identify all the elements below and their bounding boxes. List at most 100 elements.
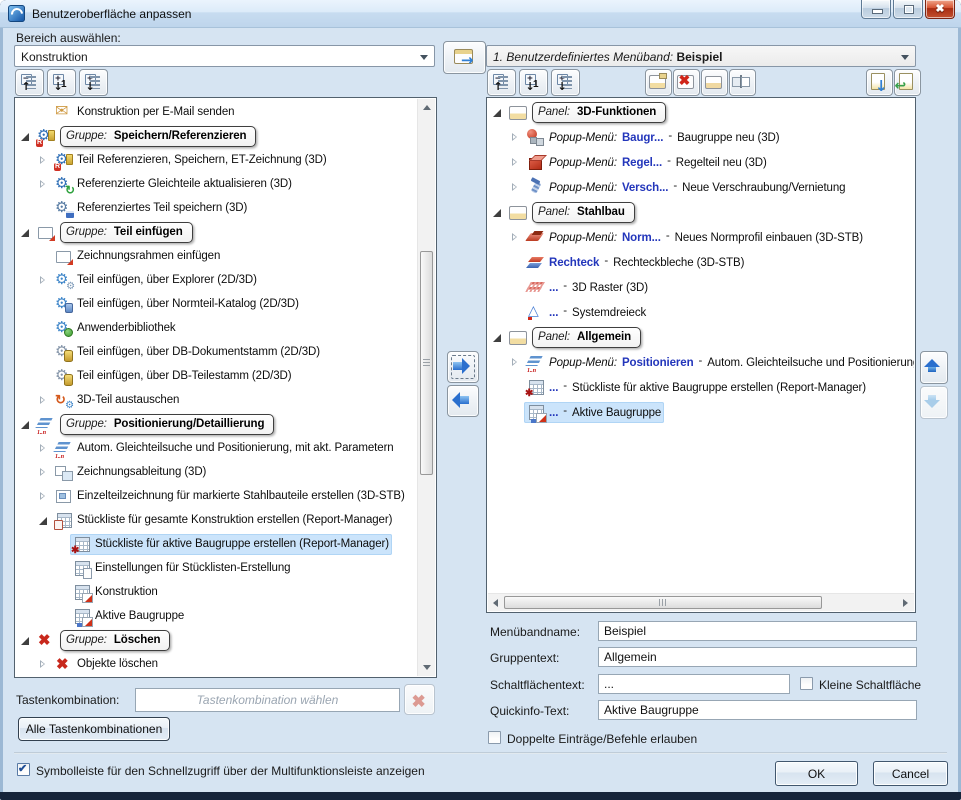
expander-icon[interactable] [38, 155, 49, 166]
maximize-button[interactable] [893, 0, 923, 19]
scroll-down-button[interactable] [418, 659, 435, 676]
tree-item-row[interactable]: ⚙3D-Teil austauschen [16, 388, 418, 412]
tree-row-content[interactable]: Aktive Baugruppe [70, 606, 187, 627]
move-down-button[interactable] [920, 386, 948, 419]
tree-item-row[interactable]: Autom. Gleichteilsuche und Positionierun… [16, 436, 418, 460]
tree-item-row[interactable]: ...-Systemdreieck [488, 300, 914, 325]
tree-row-content[interactable]: Anwenderbibliothek [52, 318, 179, 339]
expander-icon[interactable] [510, 232, 521, 243]
quick-access-checkbox[interactable] [17, 763, 30, 776]
tree-group-row[interactable]: Gruppe:Teil einfügen [16, 220, 418, 244]
delete-entry-button[interactable]: ✖ [673, 69, 700, 96]
tree-row-content[interactable]: Popup-Menü:Positionieren-Autom. Gleichte… [524, 352, 914, 373]
tree-group-row[interactable]: Panel:3D-Funktionen [488, 100, 914, 125]
all-shortcuts-button[interactable]: Alle Tastenkombinationen [18, 717, 170, 741]
tree-row-content[interactable]: Stückliste für gesamte Konstruktion erst… [52, 510, 395, 531]
tree-row-content[interactable]: ↻Referenzierte Gleichteile aktualisieren… [52, 174, 295, 195]
expander-icon[interactable] [510, 157, 521, 168]
cancel-button[interactable]: Cancel [873, 761, 948, 786]
tree-row-content[interactable]: ...-Aktive Baugruppe [524, 402, 664, 423]
tree-row-content[interactable]: ...-Stückliste für aktive Baugruppe erst… [524, 377, 869, 398]
tree-row-content[interactable]: Panel:Stahlbau [506, 202, 638, 223]
duplicates-checkbox[interactable] [488, 731, 501, 744]
tree-item-row[interactable]: ...-Stückliste für aktive Baugruppe erst… [488, 375, 914, 400]
tree-row-content[interactable]: Gruppe:Löschen [34, 630, 173, 651]
close-button[interactable]: ✖ [925, 0, 955, 19]
tree-row-content[interactable]: Popup-Menü:Norm...-Neues Normprofil einb… [524, 227, 866, 248]
tree-item-row[interactable]: Teil Referenzieren, Speichern, ET-Zeichn… [16, 148, 418, 172]
expander-icon[interactable] [510, 132, 521, 143]
expander-icon[interactable] [20, 131, 31, 142]
ok-button[interactable]: OK [775, 761, 858, 786]
left-collapse-all-button[interactable] [15, 69, 44, 96]
tree-item-row[interactable]: Objekte löschen [16, 652, 418, 676]
expander-icon[interactable] [492, 107, 503, 118]
tree-item-row[interactable]: ...-3D Raster (3D) [488, 275, 914, 300]
expander-icon[interactable] [38, 491, 49, 502]
tree-row-content[interactable]: Gruppe:Positionierung/Detaillierung [34, 414, 277, 435]
tree-item-row[interactable]: Aktive Baugruppe [16, 604, 418, 628]
tree-item-row[interactable]: Popup-Menü:Regel...-Regelteil neu (3D) [488, 150, 914, 175]
scrollbar-thumb[interactable] [504, 596, 822, 609]
group-text-input[interactable] [598, 647, 917, 667]
expander-icon[interactable] [38, 275, 49, 286]
tree-row-content[interactable]: Popup-Menü:Baugr...-Baugruppe neu (3D) [524, 127, 783, 148]
expander-icon[interactable] [510, 182, 521, 193]
separator-button[interactable] [729, 69, 756, 96]
reset-button[interactable]: ↩ [894, 69, 921, 96]
tree-group-row[interactable]: Gruppe:Speichern/Referenzieren [16, 124, 418, 148]
left-expand-one-button[interactable]: 1 [47, 69, 76, 96]
tree-row-content[interactable]: Gruppe:Speichern/Referenzieren [34, 126, 259, 147]
expander-icon[interactable] [38, 179, 49, 190]
left-expand-all-button[interactable] [79, 69, 108, 96]
shortcut-input[interactable] [135, 688, 400, 712]
right-expand-all-button[interactable] [551, 69, 580, 96]
expander-icon[interactable] [20, 419, 31, 430]
tree-row-content[interactable]: Einstellungen für Stücklisten-Erstellung [70, 558, 293, 579]
tree-item-row[interactable]: Zeichnungsrahmen einfügen [16, 244, 418, 268]
right-collapse-all-button[interactable] [487, 69, 516, 96]
tree-item-row[interactable]: Teil einfügen, über DB-Dokumentstamm (2D… [16, 340, 418, 364]
scroll-up-button[interactable] [418, 99, 435, 116]
tree-item-row[interactable]: Teil einfügen, über DB-Teilestamm (2D/3D… [16, 364, 418, 388]
tree-row-content[interactable]: ⚙3D-Teil austauschen [52, 390, 182, 411]
tree-item-row[interactable]: Popup-Menü:Norm...-Neues Normprofil einb… [488, 225, 914, 250]
expander-icon[interactable] [492, 332, 503, 343]
tree-row-content[interactable]: Popup-Menü:Regel...-Regelteil neu (3D) [524, 152, 770, 173]
expander-icon[interactable] [38, 515, 49, 526]
transfer-area-button[interactable]: → [443, 41, 486, 74]
tree-item-row[interactable]: Popup-Menü:Positionieren-Autom. Gleichte… [488, 350, 914, 375]
tree-item-row[interactable]: Referenziertes Teil speichern (3D) [16, 196, 418, 220]
tree-row-content[interactable]: Teil Referenzieren, Speichern, ET-Zeichn… [52, 150, 330, 171]
expander-icon[interactable] [38, 467, 49, 478]
expander-icon[interactable] [38, 395, 49, 406]
tree-item-row[interactable]: Anwenderbibliothek [16, 316, 418, 340]
tree-item-row[interactable]: Stückliste für aktive Baugruppe erstelle… [16, 532, 418, 556]
quickinfo-input[interactable] [598, 700, 917, 720]
tree-row-content[interactable]: Rechteck-Rechteckbleche (3D-STB) [524, 252, 747, 273]
tree-row-content[interactable]: Konstruktion [70, 582, 161, 603]
tree-item-row[interactable]: Popup-Menü:Baugr...-Baugruppe neu (3D) [488, 125, 914, 150]
tree-row-content[interactable]: Konstruktion per E-Mail senden [52, 102, 237, 123]
tree-item-row[interactable]: Einstellungen für Stücklisten-Erstellung [16, 556, 418, 580]
small-button-checkbox[interactable] [800, 677, 813, 690]
tree-row-content[interactable]: Panel:Allgemein [506, 327, 644, 348]
tree-row-content[interactable]: Gruppe:Teil einfügen [34, 222, 196, 243]
titlebar[interactable]: Benutzeroberfläche anpassen ✖ [0, 0, 961, 28]
tree-row-content[interactable]: ...-3D Raster (3D) [524, 277, 651, 298]
tree-item-row[interactable]: Einzelteilzeichnung für markierte Stahlb… [16, 484, 418, 508]
expander-icon[interactable] [510, 357, 521, 368]
tree-item-row[interactable]: ...-Aktive Baugruppe [488, 400, 914, 425]
minimize-button[interactable] [861, 0, 891, 19]
tree-item-row[interactable]: Teil einfügen, über Normteil-Katalog (2D… [16, 292, 418, 316]
tree-row-content[interactable]: ⚙Teil einfügen, über Explorer (2D/3D) [52, 270, 260, 291]
tree-row-content[interactable]: Teil einfügen, über DB-Teilestamm (2D/3D… [52, 366, 295, 387]
tree-row-content[interactable]: Panel:3D-Funktionen [506, 102, 669, 123]
expander-icon[interactable] [492, 207, 503, 218]
move-right-button[interactable] [447, 351, 479, 383]
tree-item-row[interactable]: ↻Referenzierte Gleichteile aktualisieren… [16, 172, 418, 196]
tree-item-row[interactable]: ⚙Teil einfügen, über Explorer (2D/3D) [16, 268, 418, 292]
tree-row-content[interactable]: Popup-Menü:Versch...-Neue Verschraubung/… [524, 177, 848, 198]
tree-row-content[interactable]: ...-Systemdreieck [524, 302, 649, 323]
tree-item-row[interactable]: Zeichnungsableitung (3D) [16, 460, 418, 484]
